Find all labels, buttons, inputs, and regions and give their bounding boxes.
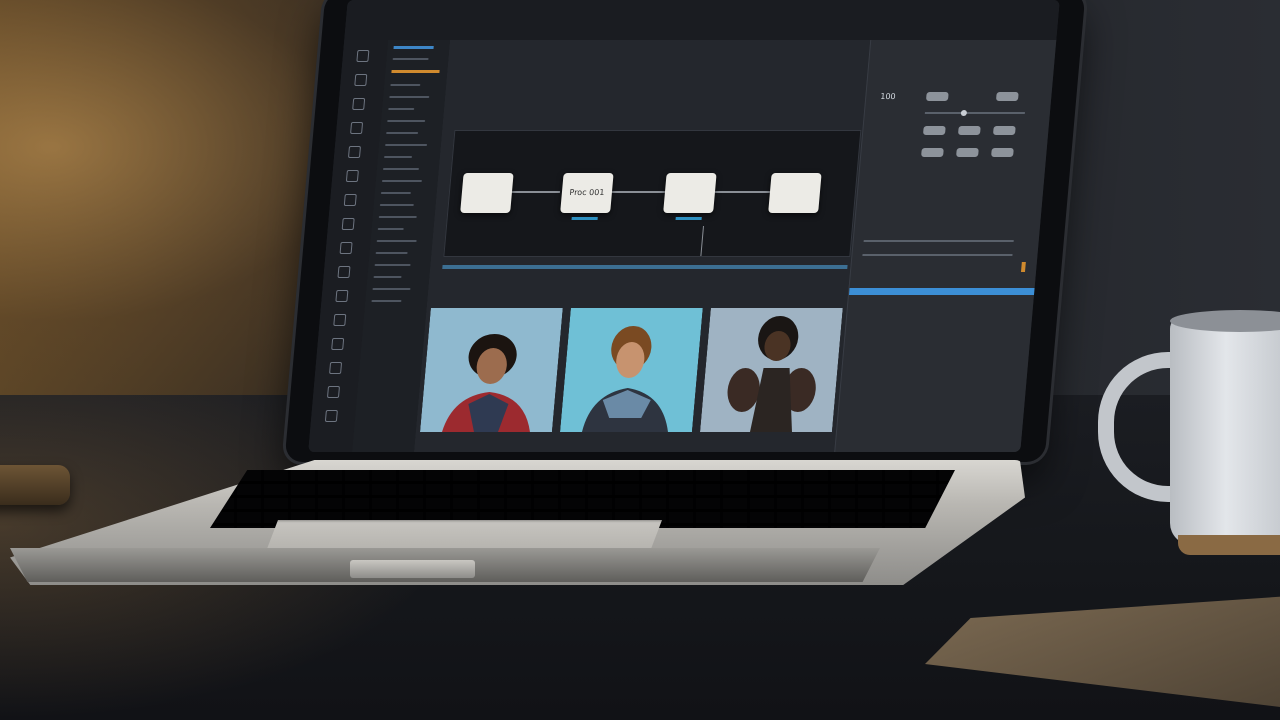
tool-icon[interactable] xyxy=(333,314,347,326)
slider-handle[interactable] xyxy=(960,110,968,116)
node-graph[interactable]: Proc 001 xyxy=(443,130,862,257)
property-toggle[interactable] xyxy=(925,92,949,101)
tree-item[interactable] xyxy=(390,84,421,86)
coffee-mug xyxy=(1170,315,1280,545)
property-toggle[interactable] xyxy=(922,126,946,135)
tool-icon[interactable] xyxy=(356,50,370,62)
property-toggle[interactable] xyxy=(995,92,1019,101)
tree-item[interactable] xyxy=(392,58,429,60)
property-slider[interactable] xyxy=(862,254,1013,256)
tool-icon[interactable] xyxy=(326,386,341,398)
graph-node[interactable]: Proc 001 xyxy=(560,173,614,213)
tool-icon[interactable] xyxy=(324,410,338,422)
tool-icon[interactable] xyxy=(339,242,353,254)
tree-item[interactable] xyxy=(377,228,404,230)
timeline-bar[interactable] xyxy=(442,265,848,269)
properties-panel: 100 xyxy=(834,40,1058,452)
tool-icon[interactable] xyxy=(335,290,349,302)
tree-item[interactable] xyxy=(381,180,423,182)
tool-icon[interactable] xyxy=(345,170,359,182)
tree-item[interactable] xyxy=(388,108,415,110)
thumbnail-grid xyxy=(419,308,847,432)
tree-item[interactable] xyxy=(380,192,411,194)
graph-edge xyxy=(509,191,561,193)
laptop-keyboard xyxy=(210,470,955,528)
tool-icon[interactable] xyxy=(350,122,364,134)
laptop-screen: Proc 001 100 xyxy=(308,0,1060,452)
tree-item[interactable] xyxy=(372,288,411,290)
tree-item[interactable] xyxy=(386,132,419,134)
tool-icon[interactable] xyxy=(347,146,361,158)
desk-object xyxy=(0,465,70,505)
mug-base xyxy=(1178,535,1280,555)
apply-bar[interactable] xyxy=(848,288,1036,295)
graph-node[interactable] xyxy=(663,173,717,213)
tool-icon[interactable] xyxy=(343,194,357,206)
tree-item[interactable] xyxy=(382,168,420,170)
graph-edge xyxy=(714,191,771,193)
property-slider[interactable] xyxy=(924,112,1025,114)
tool-icon[interactable] xyxy=(341,218,355,230)
graph-connector xyxy=(700,226,704,256)
tree-item[interactable] xyxy=(389,96,430,98)
thumbnail-portrait-1[interactable] xyxy=(419,308,563,432)
tree-item[interactable] xyxy=(373,276,402,278)
laptop-notch xyxy=(350,560,475,578)
tree-item[interactable] xyxy=(384,144,428,146)
tree-item[interactable] xyxy=(374,264,411,266)
node-editor: Proc 001 xyxy=(414,40,871,452)
tree-item[interactable] xyxy=(378,216,417,218)
thumbnail-portrait-2[interactable] xyxy=(559,308,703,432)
property-toggle[interactable] xyxy=(957,126,981,135)
graph-edge xyxy=(609,191,666,193)
tree-item[interactable] xyxy=(376,240,417,242)
property-slider[interactable] xyxy=(863,240,1014,242)
property-toggle[interactable] xyxy=(956,148,979,157)
tool-icon[interactable] xyxy=(329,362,343,374)
graph-node[interactable] xyxy=(768,173,822,213)
tool-icon[interactable] xyxy=(337,266,351,278)
property-toggle[interactable] xyxy=(991,148,1014,157)
tree-item[interactable] xyxy=(383,156,413,158)
property-value[interactable]: 100 xyxy=(880,92,896,101)
thumbnail-portrait-3[interactable] xyxy=(699,308,843,432)
tree-active-item[interactable] xyxy=(391,70,440,73)
node-status-bar xyxy=(675,217,702,220)
tool-icon[interactable] xyxy=(352,98,366,110)
graph-node[interactable] xyxy=(460,173,514,213)
property-toggle[interactable] xyxy=(921,148,944,157)
node-status-bar xyxy=(571,217,598,220)
property-toggle[interactable] xyxy=(992,126,1016,135)
tool-icon[interactable] xyxy=(354,74,368,86)
tree-selected-item[interactable] xyxy=(393,46,434,49)
tree-item[interactable] xyxy=(379,204,414,206)
tool-icon[interactable] xyxy=(331,338,345,350)
tree-item[interactable] xyxy=(387,120,426,122)
value-indicator xyxy=(1020,262,1026,272)
tree-item[interactable] xyxy=(375,252,408,254)
app-menubar xyxy=(344,0,1060,40)
tree-item[interactable] xyxy=(371,300,402,302)
